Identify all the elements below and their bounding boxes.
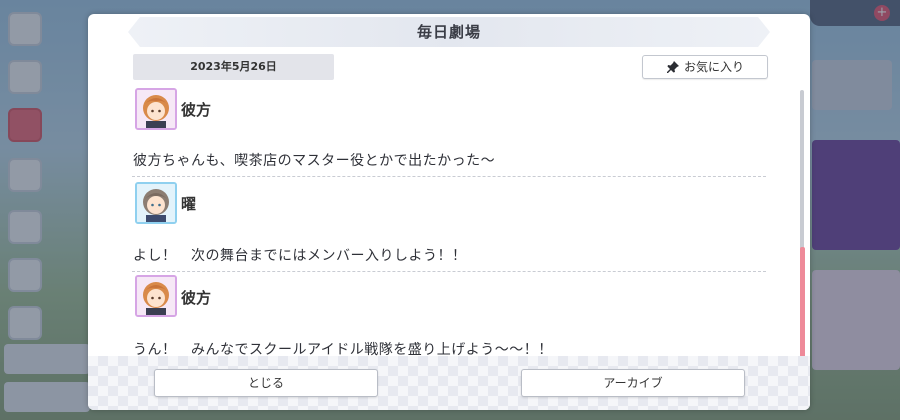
date-label: 2023年5月26日 — [133, 54, 334, 80]
speaker-name: 曜 — [181, 195, 197, 213]
message-text: よし！ 次の舞台までにはメンバー入りしよう！！ — [133, 248, 467, 264]
scrollbar-thumb[interactable] — [800, 247, 805, 363]
you-avatar — [135, 182, 177, 224]
speaker-name: 彼方 — [181, 101, 212, 119]
favorite-label: お気に入り — [683, 60, 744, 74]
pin-icon — [666, 61, 679, 73]
message-divider — [132, 176, 766, 177]
favorite-button[interactable]: お気に入り — [642, 55, 768, 79]
dialog-footer: とじる アーカイブ — [88, 356, 810, 410]
dialog-title: 毎日劇場 — [416, 23, 481, 41]
message-text: うん！ みんなでスクールアイドル戦隊を盛り上げよう～～！！ — [133, 342, 553, 356]
kanata-avatar — [135, 88, 177, 130]
message-text: 彼方ちゃんも、喫茶店のマスター役とかで出たかった～ — [133, 153, 496, 169]
dialog-title-bar: 毎日劇場 — [128, 17, 770, 47]
kanata-avatar — [135, 275, 177, 317]
close-button[interactable]: とじる — [154, 369, 378, 397]
speaker-name: 彼方 — [181, 289, 212, 307]
message-divider — [132, 271, 766, 272]
daily-theater-dialog: 毎日劇場 2023年5月26日 お気に入り 彼方 彼方ちゃんも、喫茶店のマスター… — [88, 14, 810, 410]
archive-button[interactable]: アーカイブ — [521, 369, 745, 397]
message-list[interactable]: 彼方 彼方ちゃんも、喫茶店のマスター役とかで出たかった～ 曜 よし！ 次の舞台ま… — [132, 86, 766, 356]
